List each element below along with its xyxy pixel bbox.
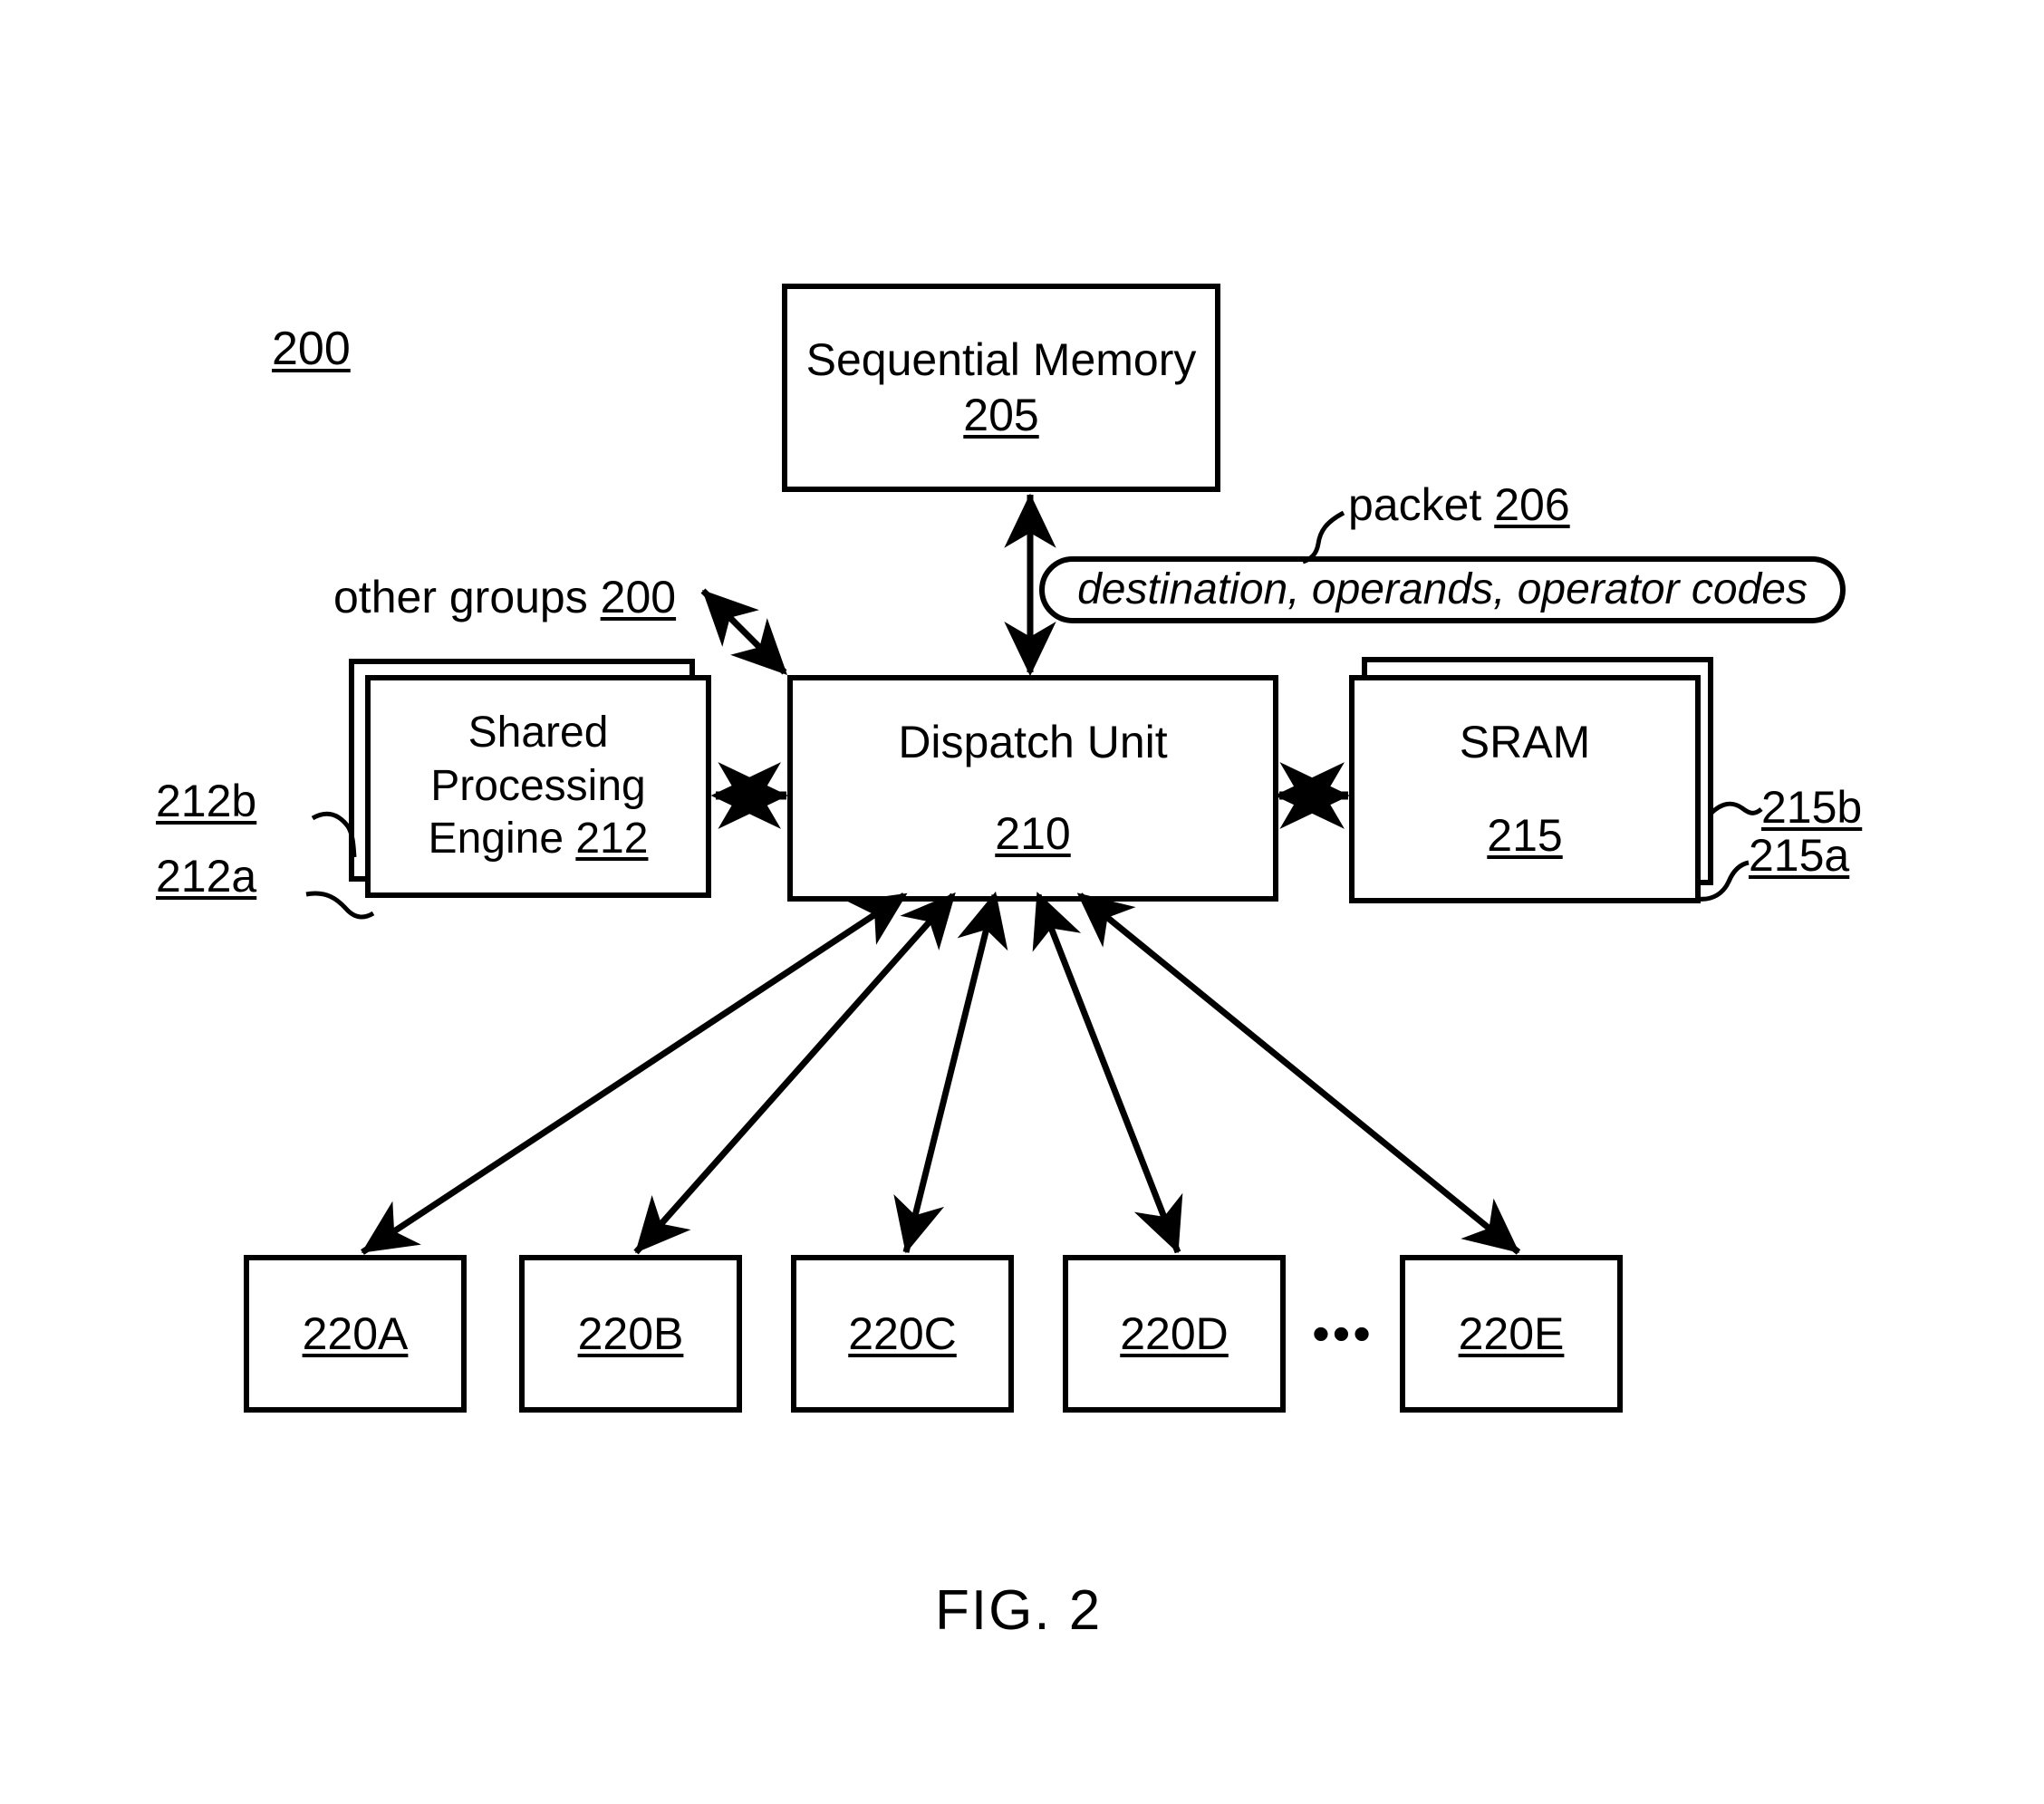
leader-215b <box>1709 801 1763 815</box>
processing-element-ref: 220A <box>302 1307 409 1359</box>
arrow-dispatch-to-pe-a <box>361 892 908 1255</box>
sequential-memory-title: Sequential Memory <box>805 334 1197 385</box>
other-groups-text: other groups <box>333 572 588 622</box>
sram-stack-label-front: 215a <box>1749 830 1850 881</box>
spe-ref: 212 <box>575 815 649 863</box>
packet-text: packet <box>1348 479 1482 530</box>
processing-element-label-0: 220A <box>246 1258 464 1410</box>
spe-stack-label-back: 212b <box>156 776 257 826</box>
spe-line-3-wrap: Engine 212 <box>429 813 649 866</box>
patent-figure-2: 200 Sequential Memory 205 other groups 2… <box>0 0 2044 1804</box>
processing-element-ref: 220B <box>577 1307 684 1359</box>
packet-ref: 206 <box>1494 479 1570 530</box>
spe-line-3: Engine <box>428 815 564 863</box>
sequential-memory-label: Sequential Memory 205 <box>785 286 1218 489</box>
dispatch-unit-label: Dispatch Unit 210 <box>790 678 1276 899</box>
figure-caption: FIG. 2 <box>935 1579 1103 1642</box>
processing-element-label-2: 220C <box>794 1258 1011 1410</box>
arrow-dispatch-to-pe-d <box>1032 892 1183 1254</box>
other-groups-annotation: other groups 200 <box>333 571 676 624</box>
spe-line-2: Processing <box>430 761 646 810</box>
processing-element-label-3: 220D <box>1065 1258 1283 1410</box>
leader-212a <box>305 891 375 920</box>
dispatch-unit-ref: 210 <box>995 808 1071 860</box>
system-reference-200: 200 <box>272 323 351 375</box>
other-groups-ref: 200 <box>600 572 677 622</box>
arrow-dispatch-to-pe-e <box>1076 892 1521 1255</box>
processing-element-label-4: 220E <box>1403 1258 1620 1410</box>
sram-ref: 215 <box>1487 809 1563 861</box>
arrow-dispatch-to-pe-c <box>893 891 1008 1254</box>
spe-line-1: Shared <box>468 709 609 757</box>
packet-leader-line <box>1302 510 1345 564</box>
arrow-dispatch-to-pe-b <box>633 892 956 1255</box>
shared-processing-engine-label: Shared Processing Engine 212 <box>368 678 709 895</box>
spe-stack-label-front: 212a <box>156 851 257 902</box>
packet-annotation: packet 206 <box>1348 478 1570 532</box>
ellipsis-icon: ••• <box>1312 1304 1374 1362</box>
sram-label: SRAM 215 <box>1352 678 1698 901</box>
sequential-memory-ref: 205 <box>963 390 1039 440</box>
processing-element-ref: 220C <box>848 1307 957 1359</box>
sram-stack-label-back: 215b <box>1761 782 1863 833</box>
processing-element-ref: 220D <box>1120 1307 1229 1359</box>
diagram-vector-layer <box>244 284 1846 1413</box>
dispatch-unit-title: Dispatch Unit <box>898 716 1168 767</box>
processing-element-label-1: 220B <box>522 1258 739 1410</box>
processing-element-ref: 220E <box>1458 1307 1565 1359</box>
sram-title: SRAM <box>1459 717 1591 768</box>
arrow-other-groups <box>700 588 787 675</box>
leader-212b <box>311 811 357 858</box>
packet-contents-text: destination, operands, operator codes <box>1077 564 1808 613</box>
